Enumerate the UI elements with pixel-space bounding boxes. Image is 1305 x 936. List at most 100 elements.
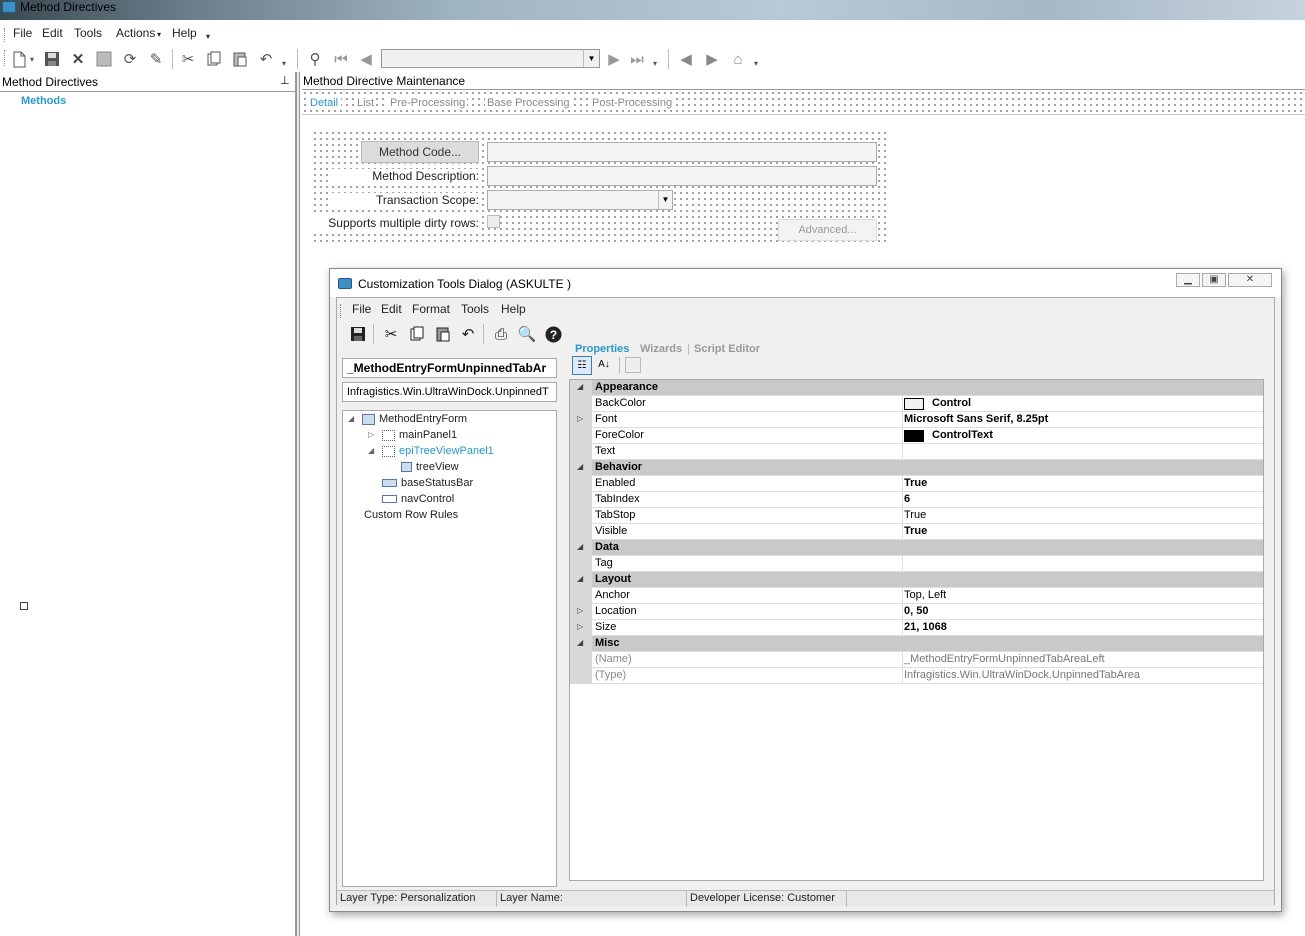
next-record-icon[interactable]: ▶	[605, 50, 623, 68]
tree-item-treeview[interactable]: treeView	[401, 461, 459, 473]
vertical-splitter[interactable]	[296, 72, 300, 936]
tree-item-custom-row-rules[interactable]: Custom Row Rules	[364, 509, 458, 521]
tree-item-epitreeviewpanel1[interactable]: epiTreeViewPanel1	[382, 445, 494, 457]
method-code-button[interactable]: Method Code...	[361, 141, 479, 163]
property-category[interactable]: ◢ Behavior	[570, 460, 1263, 476]
help-icon[interactable]: ?	[544, 325, 562, 343]
method-description-field[interactable]	[487, 166, 877, 186]
first-record-icon[interactable]: ⏮	[332, 50, 350, 68]
tab-pre-processing[interactable]: Pre-Processing	[388, 97, 468, 109]
transaction-scope-select[interactable]: ▼	[487, 190, 673, 210]
property-row[interactable]: TabIndex 6	[570, 492, 1263, 508]
property-row[interactable]: Tag	[570, 556, 1263, 572]
expand-icon[interactable]: ▷	[577, 622, 583, 631]
tree-item-mainpanel1[interactable]: mainPanel1	[382, 429, 457, 441]
menu-tools[interactable]: Tools	[74, 26, 102, 40]
property-value[interactable]: Infragistics.Win.UltraWinDock.UnpinnedTa…	[904, 669, 1140, 681]
new-dropdown-icon[interactable]: ▾	[28, 50, 36, 68]
new-icon[interactable]	[10, 50, 28, 68]
property-row[interactable]: Visible True	[570, 524, 1263, 540]
refresh-icon[interactable]: ⟳	[121, 50, 139, 68]
tree-item-basestatusbar[interactable]: baseStatusBar	[382, 477, 473, 489]
property-row[interactable]: BackColor Control	[570, 396, 1263, 412]
tab-detail[interactable]: Detail	[307, 97, 342, 109]
undo-icon[interactable]: ↶	[257, 50, 275, 68]
chevron-down-icon[interactable]: ▼	[583, 50, 599, 67]
categorized-icon[interactable]: ☷	[572, 356, 592, 375]
delete-icon[interactable]: ✕	[69, 50, 87, 68]
record-nav-combo[interactable]: ▼	[381, 49, 600, 68]
collapse-icon[interactable]: ◢	[577, 574, 583, 583]
menu-file[interactable]: File	[13, 26, 32, 40]
tab-base-processing[interactable]: Base Processing	[485, 97, 572, 109]
property-value[interactable]: 0, 50	[904, 605, 928, 617]
property-value[interactable]: True	[904, 477, 927, 489]
clear-icon[interactable]	[95, 50, 113, 68]
close-button[interactable]: ✕	[1228, 273, 1272, 287]
menu-help[interactable]: Help	[172, 26, 197, 40]
last-record-icon[interactable]: ⏭	[628, 50, 646, 68]
collapse-icon[interactable]: ◢	[368, 446, 374, 455]
tree-item-methodentryform[interactable]: MethodEntryForm	[362, 413, 467, 425]
menu-actions[interactable]: Actions	[116, 26, 155, 40]
property-row[interactable]: Enabled True	[570, 476, 1263, 492]
binoculars-icon[interactable]: ⚲	[306, 50, 324, 68]
brush-icon[interactable]: ✎	[147, 50, 165, 68]
pin-icon[interactable]: ⊥	[280, 74, 290, 87]
cut-icon[interactable]: ✂	[382, 325, 400, 343]
save-icon[interactable]	[43, 50, 61, 68]
expand-icon[interactable]: ▷	[577, 606, 583, 615]
nav-dropdown-icon[interactable]: ▾	[651, 54, 659, 72]
property-value[interactable]: True	[904, 509, 926, 521]
print-preview-icon[interactable]: 🔍	[518, 325, 537, 343]
property-value[interactable]: 6	[904, 493, 910, 505]
paste-icon[interactable]	[231, 50, 249, 68]
property-row[interactable]: ▷ Location 0, 50	[570, 604, 1263, 620]
collapse-icon[interactable]: ◢	[348, 414, 354, 423]
property-value[interactable]: ControlText	[932, 429, 993, 441]
property-category[interactable]: ◢ Appearance	[570, 380, 1263, 396]
property-pages-icon[interactable]	[625, 357, 641, 373]
previous-record-icon[interactable]: ◀	[357, 50, 375, 68]
undo-dropdown-icon[interactable]: ▾	[280, 54, 288, 72]
tab-script-editor[interactable]: Script Editor	[694, 343, 760, 355]
menu-overflow-icon[interactable]: ▾	[206, 32, 210, 41]
forward-icon[interactable]: ▶	[703, 50, 721, 68]
maximize-button[interactable]: ▣	[1202, 273, 1226, 287]
tab-wizards[interactable]: Wizards	[640, 343, 682, 355]
home-dropdown-icon[interactable]: ▾	[752, 54, 760, 72]
tab-list[interactable]: List	[355, 97, 377, 109]
dialog-menu-tools[interactable]: Tools	[461, 302, 489, 316]
property-row[interactable]: ▷ Font Microsoft Sans Serif, 8.25pt	[570, 412, 1263, 428]
collapse-icon[interactable]: ◢	[577, 638, 583, 647]
property-row[interactable]: (Name) _MethodEntryFormUnpinnedTabAreaLef…	[570, 652, 1263, 668]
collapse-icon[interactable]: ◢	[577, 542, 583, 551]
back-icon[interactable]: ◀	[677, 50, 695, 68]
property-row[interactable]: ForeColor ControlText	[570, 428, 1263, 444]
dialog-menu-format[interactable]: Format	[412, 302, 450, 316]
tree-item-methods[interactable]: Methods	[21, 95, 66, 107]
dialog-menu-file[interactable]: File	[352, 302, 371, 316]
method-code-field[interactable]	[487, 142, 877, 162]
collapse-icon[interactable]: ◢	[577, 462, 583, 471]
property-row[interactable]: ▷ Size 21, 1068	[570, 620, 1263, 636]
property-row[interactable]: Text	[570, 444, 1263, 460]
property-value[interactable]: 21, 1068	[904, 621, 947, 633]
home-icon[interactable]: ⌂	[729, 50, 747, 68]
paste-icon[interactable]	[434, 325, 452, 343]
dialog-menu-help[interactable]: Help	[501, 302, 526, 316]
tab-properties[interactable]: Properties	[575, 343, 629, 355]
alphabetical-icon[interactable]: A↓	[594, 356, 614, 375]
minimize-button[interactable]: ▁	[1176, 273, 1200, 287]
copy-icon[interactable]	[205, 50, 223, 68]
chevron-down-icon[interactable]: ▼	[658, 191, 672, 209]
undo-icon[interactable]: ↶	[459, 325, 477, 343]
property-category[interactable]: ◢ Misc	[570, 636, 1263, 652]
property-value[interactable]: Top, Left	[904, 589, 946, 601]
supports-dirty-rows-checkbox[interactable]	[487, 215, 500, 228]
tab-post-processing[interactable]: Post-Processing	[590, 97, 675, 109]
property-row[interactable]: Anchor Top, Left	[570, 588, 1263, 604]
print-icon[interactable]: ⎙	[492, 325, 510, 343]
advanced-button[interactable]: Advanced...	[778, 219, 877, 241]
cut-icon[interactable]: ✂	[179, 50, 197, 68]
